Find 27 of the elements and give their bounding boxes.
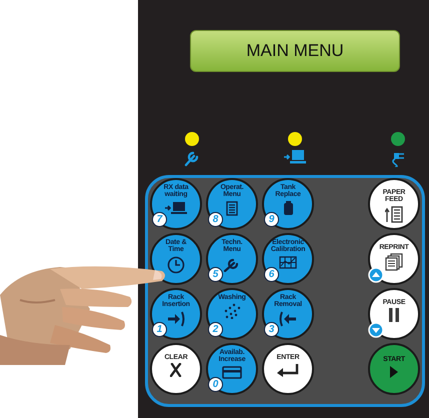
arrow-icon (279, 310, 297, 327)
document-icon (226, 200, 238, 216)
clock-icon (167, 256, 185, 274)
key-number: 6 (264, 267, 279, 282)
canister-icon (282, 200, 294, 216)
wrench-icon (184, 149, 200, 167)
play-icon (389, 365, 399, 380)
monitor-icon (284, 149, 306, 165)
key-number: 8 (208, 212, 223, 227)
pause-icon (388, 308, 400, 322)
key-number: 3 (264, 322, 279, 337)
key-number: 5 (208, 267, 223, 282)
grid-icon (279, 256, 297, 269)
key-number: 2 (208, 322, 223, 337)
enter-icon (276, 363, 300, 378)
arrow-icon (167, 310, 185, 327)
document-icon (385, 206, 403, 223)
key-number: 7 (152, 212, 167, 227)
documents-icon (385, 253, 403, 272)
monitor-icon (165, 200, 187, 215)
key-number: 9 (264, 212, 279, 227)
cross-icon (170, 363, 182, 378)
card-icon (222, 366, 242, 379)
key-number: 0 (208, 377, 223, 392)
key-number: 1 (152, 322, 167, 337)
lcd-display: MAIN MENU (190, 30, 400, 72)
drops-icon (223, 303, 241, 320)
